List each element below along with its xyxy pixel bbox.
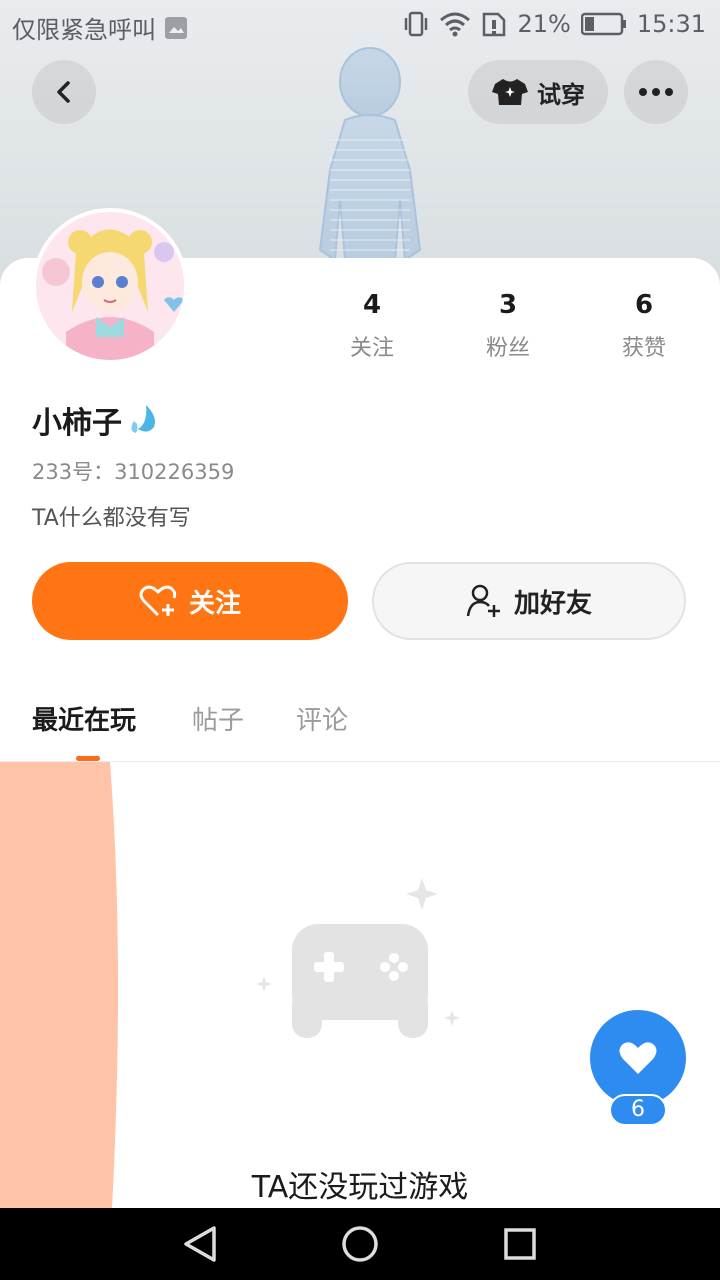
stat-label: 粉丝 — [485, 336, 530, 361]
decorative-side-shape — [0, 762, 119, 1208]
nav-buttons — [184, 1226, 536, 1262]
follow-button[interactable]: 关注 — [32, 562, 348, 640]
wifi-icon — [440, 12, 471, 37]
nav-recents-icon[interactable] — [504, 1228, 536, 1260]
more-dots-icon — [639, 88, 673, 96]
stat-label: 关注 — [349, 336, 394, 361]
more-button[interactable] — [624, 60, 688, 124]
stat-following[interactable]: 4 关注 — [322, 290, 422, 362]
stat-value: 3 — [498, 290, 518, 320]
like-fab-button[interactable] — [590, 1010, 686, 1106]
clock: 15:31 — [636, 10, 706, 38]
try-on-label: 试穿 — [537, 80, 585, 109]
try-on-button[interactable]: 试穿 — [468, 60, 608, 124]
username: 小柿子 — [32, 406, 122, 441]
back-button[interactable] — [32, 60, 96, 124]
status-bar: 仅限紧急呼叫 21% 15:31 — [0, 0, 720, 50]
add-user-icon — [466, 584, 500, 617]
sim-alert-icon — [483, 12, 506, 37]
add-friend-label: 加好友 — [513, 588, 592, 619]
empty-state-text: TA还没玩过游戏 — [251, 1170, 469, 1205]
tab-recent-games[interactable]: 最近在玩 — [32, 700, 136, 737]
image-notification-icon — [165, 16, 187, 39]
username-row: 小柿子 — [32, 398, 160, 442]
water-drop-badge-icon — [131, 405, 155, 433]
nav-back-icon[interactable] — [184, 1226, 216, 1262]
stat-value: 4 — [362, 290, 382, 320]
vibrate-icon — [405, 11, 428, 37]
tab-posts[interactable]: 帖子 — [192, 700, 244, 737]
carrier-text: 仅限紧急呼叫 — [12, 16, 156, 44]
user-id: 233号：310226359 — [32, 460, 235, 484]
system-nav-bar — [0, 1208, 720, 1280]
avatar-illustration — [36, 212, 184, 360]
tab-comments[interactable]: 评论 — [296, 700, 348, 737]
stat-value: 6 — [634, 290, 654, 320]
battery-icon — [580, 12, 626, 36]
tshirt-icon — [492, 79, 528, 105]
battery-percent: 21% — [517, 10, 571, 38]
user-bio: TA什么都没有写 — [32, 506, 191, 531]
add-friend-button[interactable]: 加好友 — [372, 562, 686, 640]
stat-label: 获赞 — [621, 336, 666, 361]
nav-home-icon[interactable] — [342, 1226, 378, 1262]
like-count-badge: 6 — [609, 1094, 667, 1126]
follow-label: 关注 — [188, 588, 241, 619]
stat-followers[interactable]: 3 粉丝 — [458, 290, 558, 362]
chevron-left-icon — [57, 81, 70, 103]
stat-likes[interactable]: 6 获赞 — [594, 290, 694, 362]
heart-plus-icon — [139, 585, 177, 617]
gamepad-empty-icon — [256, 878, 460, 1038]
avatar[interactable] — [32, 208, 188, 364]
heart-icon — [619, 1042, 657, 1074]
